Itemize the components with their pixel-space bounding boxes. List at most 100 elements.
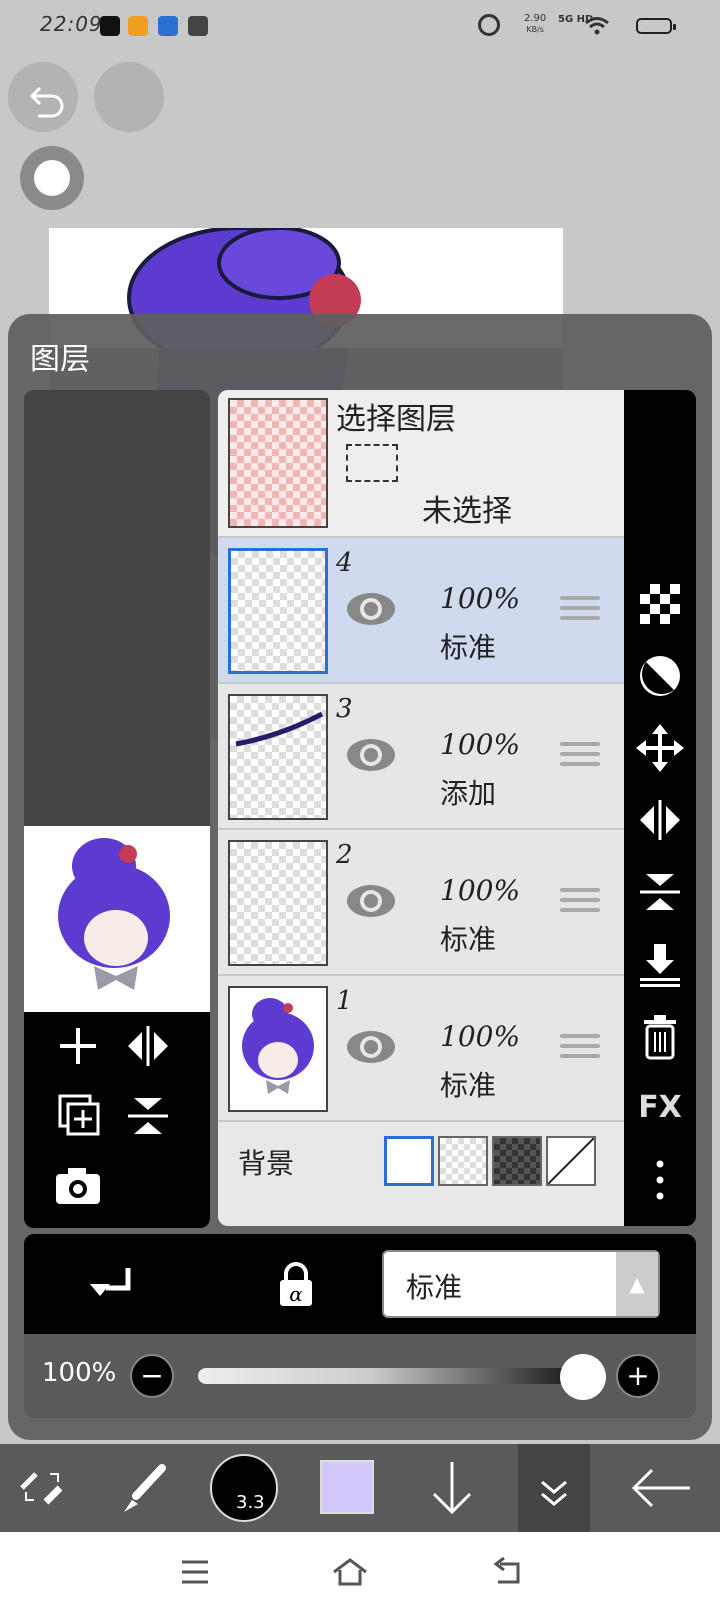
layer-blend-mode: 标准 xyxy=(440,923,497,956)
panel-title: 图层 xyxy=(30,342,90,377)
system-navigation-bar xyxy=(0,1532,720,1612)
layer-number: 1 xyxy=(336,986,353,1016)
background-dark-swatch[interactable] xyxy=(492,1136,542,1186)
layer-down-button[interactable] xyxy=(420,1444,484,1532)
delete-layer-button[interactable] xyxy=(632,1008,688,1064)
layer-opacity: 100% xyxy=(440,874,521,907)
blend-mode-select[interactable]: 标准 ▲ xyxy=(382,1250,660,1318)
selection-layer-thumbnail xyxy=(228,398,328,528)
home-icon[interactable] xyxy=(330,1556,370,1588)
opacity-slider-handle[interactable] xyxy=(560,1354,606,1400)
plus-icon xyxy=(60,1028,96,1064)
flip-h-button[interactable] xyxy=(632,792,688,848)
menu-icon[interactable] xyxy=(180,1558,210,1586)
app-notification-icon xyxy=(158,16,178,36)
eye-icon[interactable] xyxy=(344,874,398,928)
undo-icon xyxy=(29,86,64,118)
flip-vertical-button[interactable] xyxy=(120,1088,176,1144)
clip-to-below-icon[interactable] xyxy=(88,1256,144,1312)
duplicate-icon xyxy=(58,1094,100,1136)
wifi-icon xyxy=(585,17,609,35)
alpha-lock-icon[interactable]: α xyxy=(268,1256,324,1312)
duplicate-layer-button[interactable] xyxy=(50,1088,106,1144)
tiktok-icon xyxy=(100,16,120,36)
background-transparent-swatch[interactable] xyxy=(438,1136,488,1186)
eye-icon[interactable] xyxy=(344,582,398,636)
collapse-panel-button[interactable] xyxy=(518,1444,590,1532)
layer-actions-column: FX xyxy=(624,390,696,1226)
camera-button[interactable] xyxy=(50,1158,106,1214)
tool-switch-button[interactable] xyxy=(10,1444,74,1532)
flip-horizontal-icon xyxy=(128,1026,168,1066)
half-circle-icon xyxy=(640,656,680,696)
opacity-slider[interactable] xyxy=(198,1368,582,1384)
layer-blend-mode: 标准 xyxy=(440,631,497,664)
background-white-swatch[interactable] xyxy=(384,1136,434,1186)
layer-tools xyxy=(24,1012,210,1228)
opacity-decrease-button[interactable]: − xyxy=(130,1354,174,1398)
layer-thumbnail xyxy=(228,986,328,1112)
trash-icon xyxy=(644,1015,676,1060)
brush-icon xyxy=(124,1464,166,1512)
checker-icon xyxy=(640,584,680,624)
layer-row[interactable]: 1 100% 标准 xyxy=(218,974,624,1120)
selection-layer-title: 选择图层 xyxy=(336,402,456,437)
weibo-icon xyxy=(128,16,148,36)
eye-icon[interactable] xyxy=(344,728,398,782)
layer-blend-mode: 添加 xyxy=(440,777,497,810)
layers-panel: 图层 选择图层 未选择 4 100% 标准 3 100% 添加 2 100% 标… xyxy=(8,314,712,1440)
layer-thumbnail xyxy=(228,694,328,820)
drag-handle-icon[interactable] xyxy=(560,1034,600,1064)
message-icon xyxy=(188,16,208,36)
brush-size-button[interactable]: 3.3 xyxy=(210,1454,278,1522)
layer-number: 3 xyxy=(336,694,353,724)
layer-row[interactable]: 4 100% 标准 xyxy=(218,536,624,682)
flip-v-button[interactable] xyxy=(632,864,688,920)
background-none-swatch[interactable] xyxy=(546,1136,596,1186)
more-button[interactable] xyxy=(632,1152,688,1208)
layer-row[interactable]: 3 100% 添加 xyxy=(218,682,624,828)
fx-button[interactable]: FX xyxy=(632,1080,688,1136)
opacity-value: 100% xyxy=(42,1358,117,1388)
layer-opacity: 100% xyxy=(440,1020,521,1053)
circle-icon xyxy=(34,160,70,196)
canvas-tool-button[interactable] xyxy=(20,146,84,210)
add-layer-button[interactable] xyxy=(50,1018,106,1074)
caret-up-icon: ▲ xyxy=(616,1252,658,1316)
flip-horizontal-icon xyxy=(640,800,680,840)
move-button[interactable] xyxy=(632,720,688,776)
double-chevron-down-icon xyxy=(541,1480,567,1506)
back-nav-icon[interactable] xyxy=(490,1556,526,1588)
flip-horizontal-button[interactable] xyxy=(120,1018,176,1074)
background-row: 背景 xyxy=(218,1120,624,1226)
layer-opacity: 100% xyxy=(440,728,521,761)
drag-handle-icon[interactable] xyxy=(560,742,600,772)
arrow-left-icon xyxy=(631,1468,690,1508)
selection-status: 未选择 xyxy=(422,494,512,529)
more-icon xyxy=(656,1160,664,1200)
redo-button[interactable] xyxy=(94,62,164,132)
brush-tool-button[interactable] xyxy=(110,1444,174,1532)
brush-size-value: 3.3 xyxy=(236,1492,265,1513)
opacity-increase-button[interactable]: + xyxy=(616,1354,660,1398)
flip-vertical-icon xyxy=(640,874,680,910)
checker-button[interactable] xyxy=(632,576,688,632)
layer-row[interactable]: 2 100% 标准 xyxy=(218,828,624,974)
brush-eraser-swap-icon xyxy=(20,1472,63,1505)
merge-down-button[interactable] xyxy=(632,936,688,992)
eye-icon[interactable] xyxy=(344,1020,398,1074)
clipping-button[interactable] xyxy=(632,648,688,704)
back-button[interactable] xyxy=(626,1444,698,1532)
selection-layer-row[interactable]: 选择图层 未选择 xyxy=(218,390,624,536)
layer-blend-mode: 标准 xyxy=(440,1069,497,1102)
layer-thumbnail xyxy=(228,548,328,674)
current-color-swatch[interactable] xyxy=(320,1460,374,1514)
battery-icon xyxy=(636,18,676,34)
drag-handle-icon[interactable] xyxy=(560,888,600,918)
move-icon xyxy=(636,724,684,772)
opacity-bar: 100% − + xyxy=(24,1334,696,1418)
undo-button[interactable] xyxy=(8,62,78,132)
arrow-down-icon xyxy=(432,1462,472,1515)
drag-handle-icon[interactable] xyxy=(560,596,600,626)
network-speed: 2.90 KB/s xyxy=(524,13,547,34)
